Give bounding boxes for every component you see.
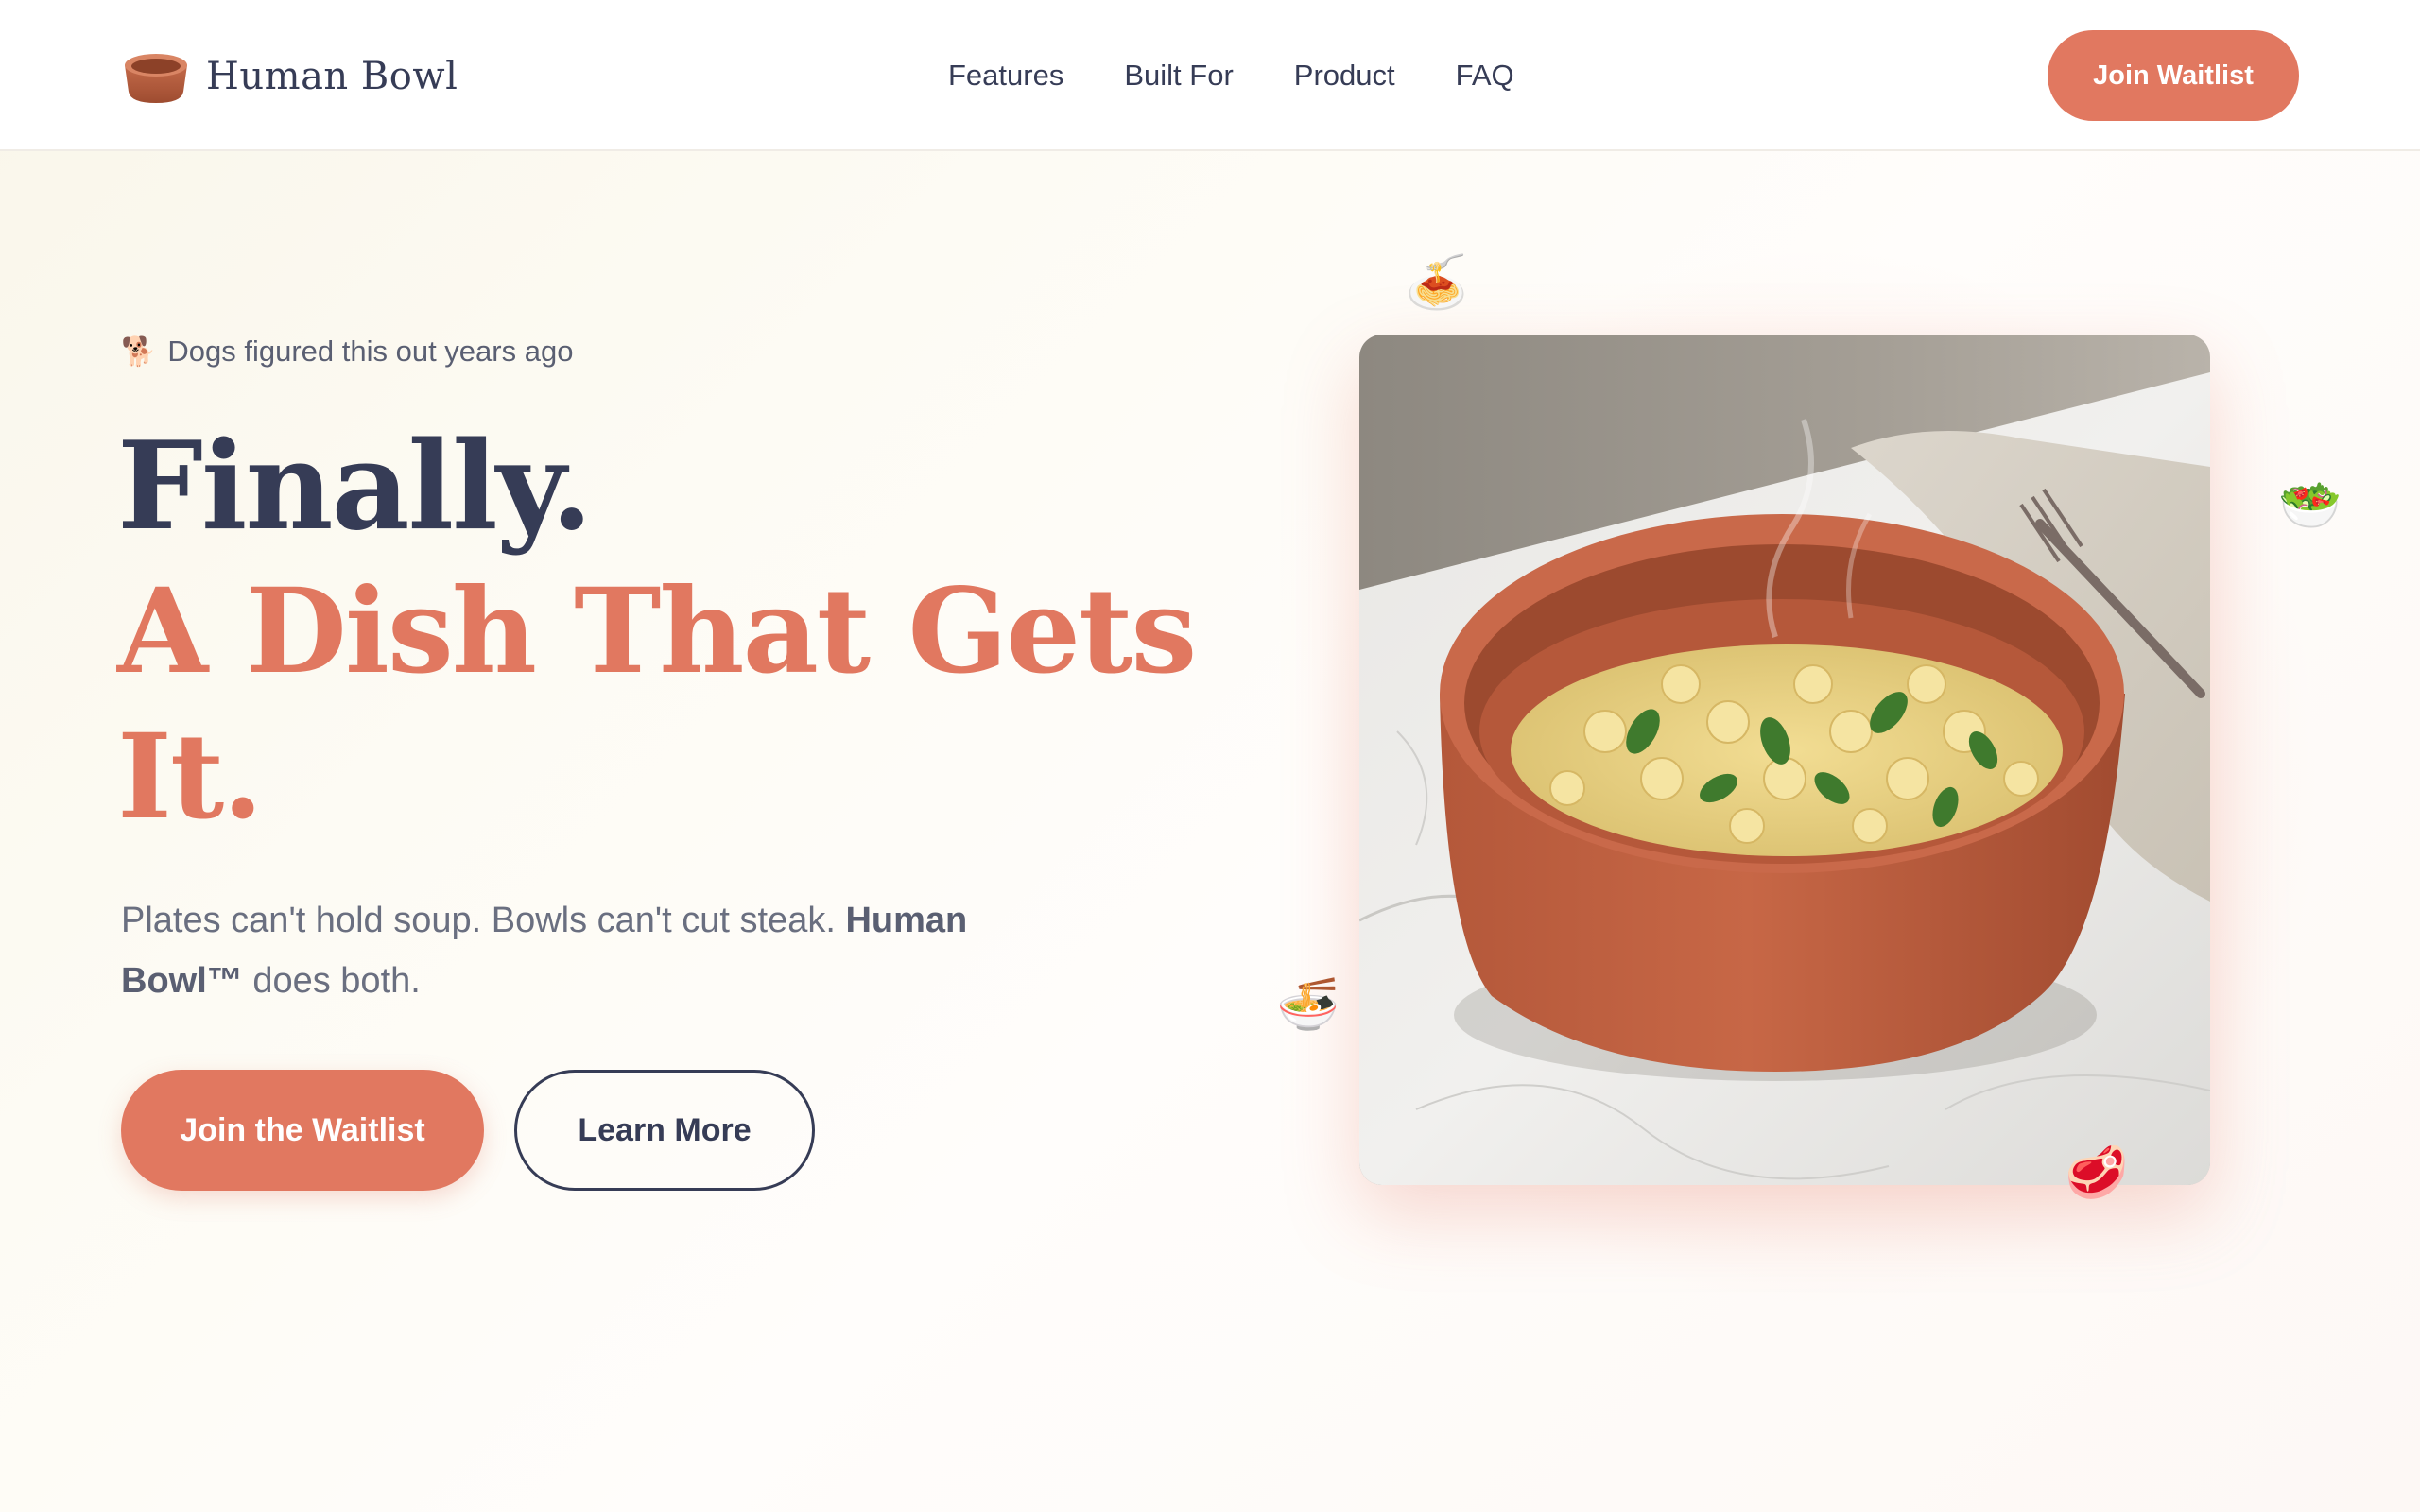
nav-link-product[interactable]: Product	[1294, 59, 1395, 93]
hero-product-image	[1359, 335, 2210, 1185]
landing-page: Human Bowl Features Built For Product FA…	[0, 0, 2420, 1512]
learn-more-button[interactable]: Learn More	[514, 1070, 815, 1191]
nav-link-built-for[interactable]: Built For	[1124, 59, 1233, 93]
hero-eyebrow-text: Dogs figured this out years ago	[167, 335, 574, 368]
hero-headline-line-3: It.	[117, 709, 263, 846]
nav-links: Features Built For Product FAQ	[948, 53, 1514, 98]
join-the-waitlist-button[interactable]: Join the Waitlist	[121, 1070, 484, 1191]
hero-headline-line-1: Finally.	[117, 416, 593, 558]
hero-eyebrow: 🐕 Dogs figured this out years ago	[121, 331, 573, 372]
top-navbar: Human Bowl Features Built For Product FA…	[0, 0, 2420, 151]
brand-name: Human Bowl	[206, 55, 458, 98]
steak-icon: 🥩	[2065, 1143, 2129, 1202]
hero-subtitle: Plates can't hold soup. Bowls can't cut …	[121, 890, 1028, 1011]
join-waitlist-nav-button[interactable]: Join Waitlist	[2048, 30, 2299, 121]
hero-subtitle-end: does both.	[242, 961, 421, 1001]
noodle-soup-icon: 🍜	[1276, 974, 1340, 1034]
nav-link-faq[interactable]: FAQ	[1456, 59, 1514, 93]
brand-logo[interactable]: Human Bowl	[121, 47, 458, 106]
dog-icon: 🐕	[121, 335, 157, 368]
bowl-logo-icon	[121, 48, 191, 105]
salad-icon: 🥗	[2278, 475, 2342, 535]
hero-headline-line-2: A Dish That Gets	[117, 563, 1197, 700]
spaghetti-icon: 🍝	[1405, 252, 1469, 312]
nav-link-features[interactable]: Features	[948, 59, 1063, 93]
hero-subtitle-text: Plates can't hold soup. Bowls can't cut …	[121, 901, 846, 940]
